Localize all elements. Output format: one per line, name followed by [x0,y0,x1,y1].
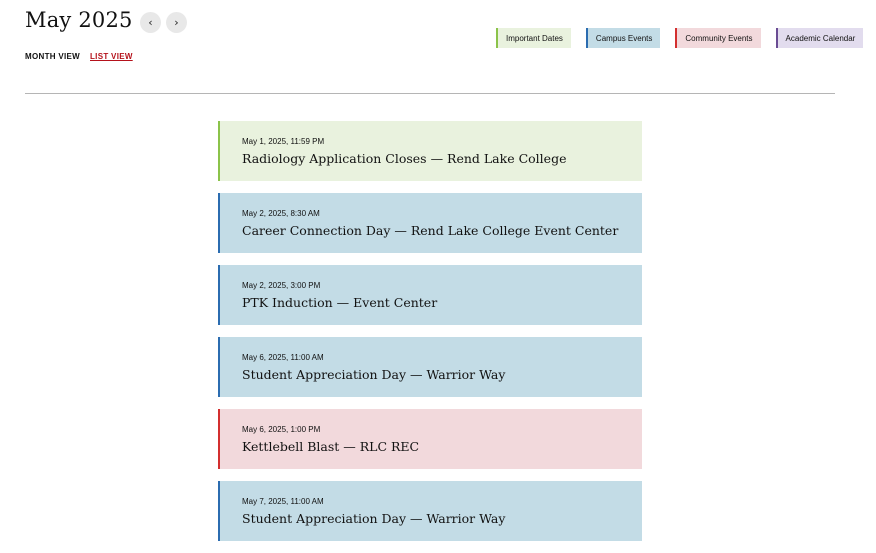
legend-community-events[interactable]: Community Events [675,28,761,48]
month-title: May 2025 [25,8,133,32]
event-list: May 1, 2025, 11:59 PM Radiology Applicat… [218,121,642,553]
event-time: May 7, 2025, 11:00 AM [242,497,324,506]
event-time: May 2, 2025, 8:30 AM [242,209,320,218]
event-card[interactable]: May 1, 2025, 11:59 PM Radiology Applicat… [218,121,642,181]
event-card[interactable]: May 2, 2025, 3:00 PM PTK Induction — Eve… [218,265,642,325]
event-title[interactable]: PTK Induction — Event Center [242,295,642,311]
event-time: May 6, 2025, 1:00 PM [242,425,321,434]
event-title[interactable]: Student Appreciation Day — Warrior Way [242,367,642,383]
event-title[interactable]: Student Appreciation Day — Warrior Way [242,511,642,527]
next-month-button[interactable]: › [166,12,187,33]
view-toggle: MONTH VIEW LIST VIEW [25,52,133,61]
legend-academic-calendar[interactable]: Academic Calendar [775,28,864,48]
legend-label: Important Dates [506,33,563,43]
event-title[interactable]: Kettlebell Blast — RLC REC [242,439,642,455]
legend-important-dates[interactable]: Important Dates [496,28,571,48]
month-view-link[interactable]: MONTH VIEW [25,52,80,61]
chevron-right-icon: › [174,16,179,29]
legend-label: Academic Calendar [785,33,856,43]
legend-campus-events[interactable]: Campus Events [585,28,661,48]
legend-label: Campus Events [595,33,653,43]
event-card[interactable]: May 6, 2025, 11:00 AM Student Appreciati… [218,337,642,397]
event-card[interactable]: May 7, 2025, 11:00 AM Student Appreciati… [218,481,642,541]
event-title[interactable]: Radiology Application Closes — Rend Lake… [242,151,642,167]
list-view-link[interactable]: LIST VIEW [90,52,133,61]
event-time: May 2, 2025, 3:00 PM [242,281,321,290]
header-divider [25,93,835,94]
event-title[interactable]: Career Connection Day — Rend Lake Colleg… [242,223,642,239]
previous-month-button[interactable]: ‹ [140,12,161,33]
legend-label: Community Events [685,33,753,43]
event-card[interactable]: May 6, 2025, 1:00 PM Kettlebell Blast — … [218,409,642,469]
event-time: May 6, 2025, 11:00 AM [242,353,324,362]
event-card[interactable]: May 2, 2025, 8:30 AM Career Connection D… [218,193,642,253]
event-time: May 1, 2025, 11:59 PM [242,137,325,146]
category-legend: Important Dates Campus Events Community … [496,28,864,48]
chevron-left-icon: ‹ [148,16,153,29]
